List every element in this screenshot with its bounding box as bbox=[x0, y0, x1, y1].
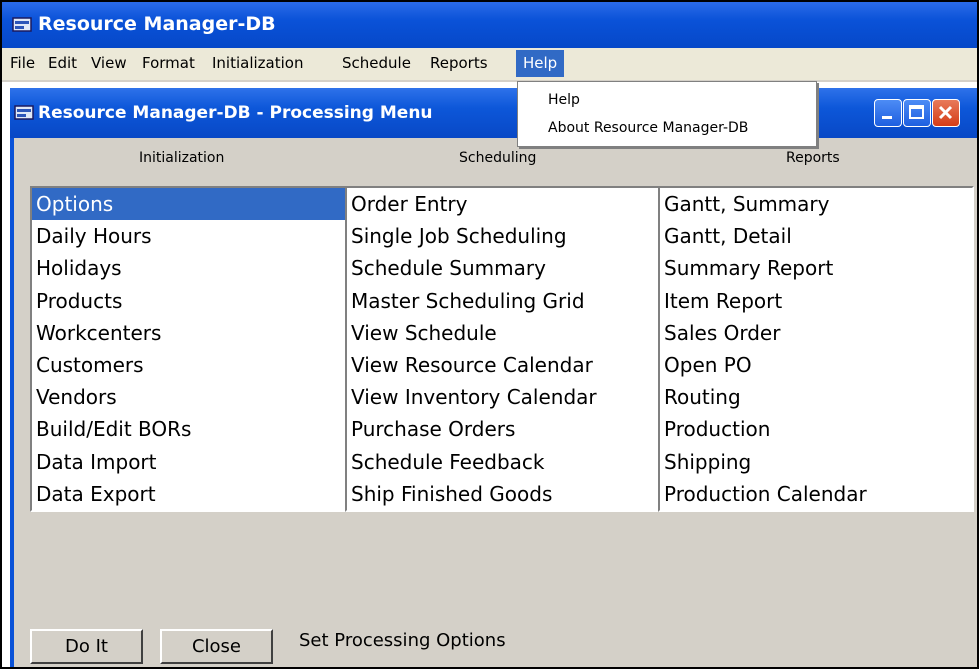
scheduling-list-item[interactable]: Ship Finished Goods bbox=[347, 478, 659, 510]
reports-list-item[interactable]: Shipping bbox=[660, 446, 972, 478]
reports-list-item[interactable]: Summary Report bbox=[660, 252, 972, 284]
scheduling-header: Scheduling bbox=[459, 150, 537, 166]
reports-list-item[interactable]: Routing bbox=[660, 381, 972, 413]
initialization-list-item[interactable]: Workcenters bbox=[32, 317, 346, 349]
reports-list-item[interactable]: Production Calendar bbox=[660, 478, 972, 510]
menu-view[interactable]: View bbox=[91, 54, 127, 72]
scheduling-list-item[interactable]: View Inventory Calendar bbox=[347, 381, 659, 413]
reports-list-item[interactable]: Production bbox=[660, 413, 972, 445]
scheduling-list-item[interactable]: Schedule Feedback bbox=[347, 446, 659, 478]
maximize-icon bbox=[909, 105, 924, 119]
menu-help[interactable]: Help bbox=[516, 50, 565, 77]
scheduling-list-item[interactable]: Single Job Scheduling bbox=[347, 220, 659, 252]
close-window-button[interactable] bbox=[932, 99, 960, 127]
menu-initialization[interactable]: Initialization bbox=[212, 54, 303, 72]
initialization-list[interactable]: Options Daily Hours Holidays Products Workce… bbox=[30, 186, 348, 512]
initialization-list-item[interactable]: Options bbox=[32, 188, 346, 221]
app-icon bbox=[12, 17, 32, 32]
scheduling-list-item[interactable]: Schedule Summary bbox=[347, 252, 659, 284]
initialization-list-item[interactable]: Customers bbox=[32, 349, 346, 381]
status-text: Set Processing Options bbox=[299, 630, 506, 651]
reports-list-item[interactable]: Open PO bbox=[660, 349, 972, 381]
reports-list-item[interactable]: Sales Order bbox=[660, 317, 972, 349]
close-icon bbox=[938, 105, 953, 120]
scheduling-list-item[interactable]: View Schedule bbox=[347, 317, 659, 349]
child-window-title: Resource Manager-DB - Processing Menu bbox=[38, 103, 433, 123]
main-window: Resource Manager-DB File Edit View Forma… bbox=[0, 0, 979, 669]
scheduling-list[interactable]: Order Entry Single Job Scheduling Schedule… bbox=[345, 186, 661, 512]
initialization-list-item[interactable]: Data Import bbox=[32, 446, 346, 478]
app-titlebar: Resource Manager-DB bbox=[2, 2, 977, 48]
reports-list-item[interactable]: Gantt, Detail bbox=[660, 220, 972, 252]
initialization-list-item[interactable]: Holidays bbox=[32, 252, 346, 284]
menu-file[interactable]: File bbox=[10, 54, 35, 72]
initialization-list-item[interactable]: Products bbox=[32, 285, 346, 317]
minimize-icon bbox=[882, 116, 892, 119]
scheduling-list-item[interactable]: Master Scheduling Grid bbox=[347, 285, 659, 317]
scheduling-list-item[interactable]: View Resource Calendar bbox=[347, 349, 659, 381]
processing-menu-window: Resource Manager-DB - Processing Menu In… bbox=[10, 88, 977, 667]
close-button[interactable]: Close bbox=[160, 629, 273, 664]
menubar: File Edit View Format Initialization Sch… bbox=[2, 48, 977, 80]
child-titlebar: Resource Manager-DB - Processing Menu bbox=[10, 88, 977, 138]
do-it-button[interactable]: Do It bbox=[30, 629, 143, 664]
help-dropdown-menu: Help About Resource Manager-DB bbox=[517, 81, 817, 147]
menu-reports[interactable]: Reports bbox=[430, 54, 488, 72]
initialization-list-item[interactable]: Data Export bbox=[32, 478, 346, 510]
maximize-button[interactable] bbox=[903, 99, 931, 127]
app-icon bbox=[14, 105, 34, 120]
scheduling-list-item[interactable]: Order Entry bbox=[347, 188, 659, 220]
app-title: Resource Manager-DB bbox=[38, 13, 276, 35]
reports-list-item[interactable]: Gantt, Summary bbox=[660, 188, 972, 220]
menu-format[interactable]: Format bbox=[142, 54, 195, 72]
menu-help-help[interactable]: Help bbox=[548, 92, 580, 108]
menu-edit[interactable]: Edit bbox=[48, 54, 77, 72]
menu-schedule[interactable]: Schedule bbox=[342, 54, 411, 72]
reports-list[interactable]: Gantt, Summary Gantt, Detail Summary Repor… bbox=[658, 186, 974, 512]
initialization-list-item[interactable]: Daily Hours bbox=[32, 220, 346, 252]
initialization-header: Initialization bbox=[139, 150, 225, 166]
reports-header: Reports bbox=[786, 150, 840, 166]
initialization-list-item[interactable]: Build/Edit BORs bbox=[32, 413, 346, 445]
minimize-button[interactable] bbox=[874, 99, 902, 127]
menu-help-about[interactable]: About Resource Manager-DB bbox=[548, 120, 748, 136]
initialization-list-item[interactable]: Vendors bbox=[32, 381, 346, 413]
scheduling-list-item[interactable]: Purchase Orders bbox=[347, 413, 659, 445]
reports-list-item[interactable]: Item Report bbox=[660, 285, 972, 317]
